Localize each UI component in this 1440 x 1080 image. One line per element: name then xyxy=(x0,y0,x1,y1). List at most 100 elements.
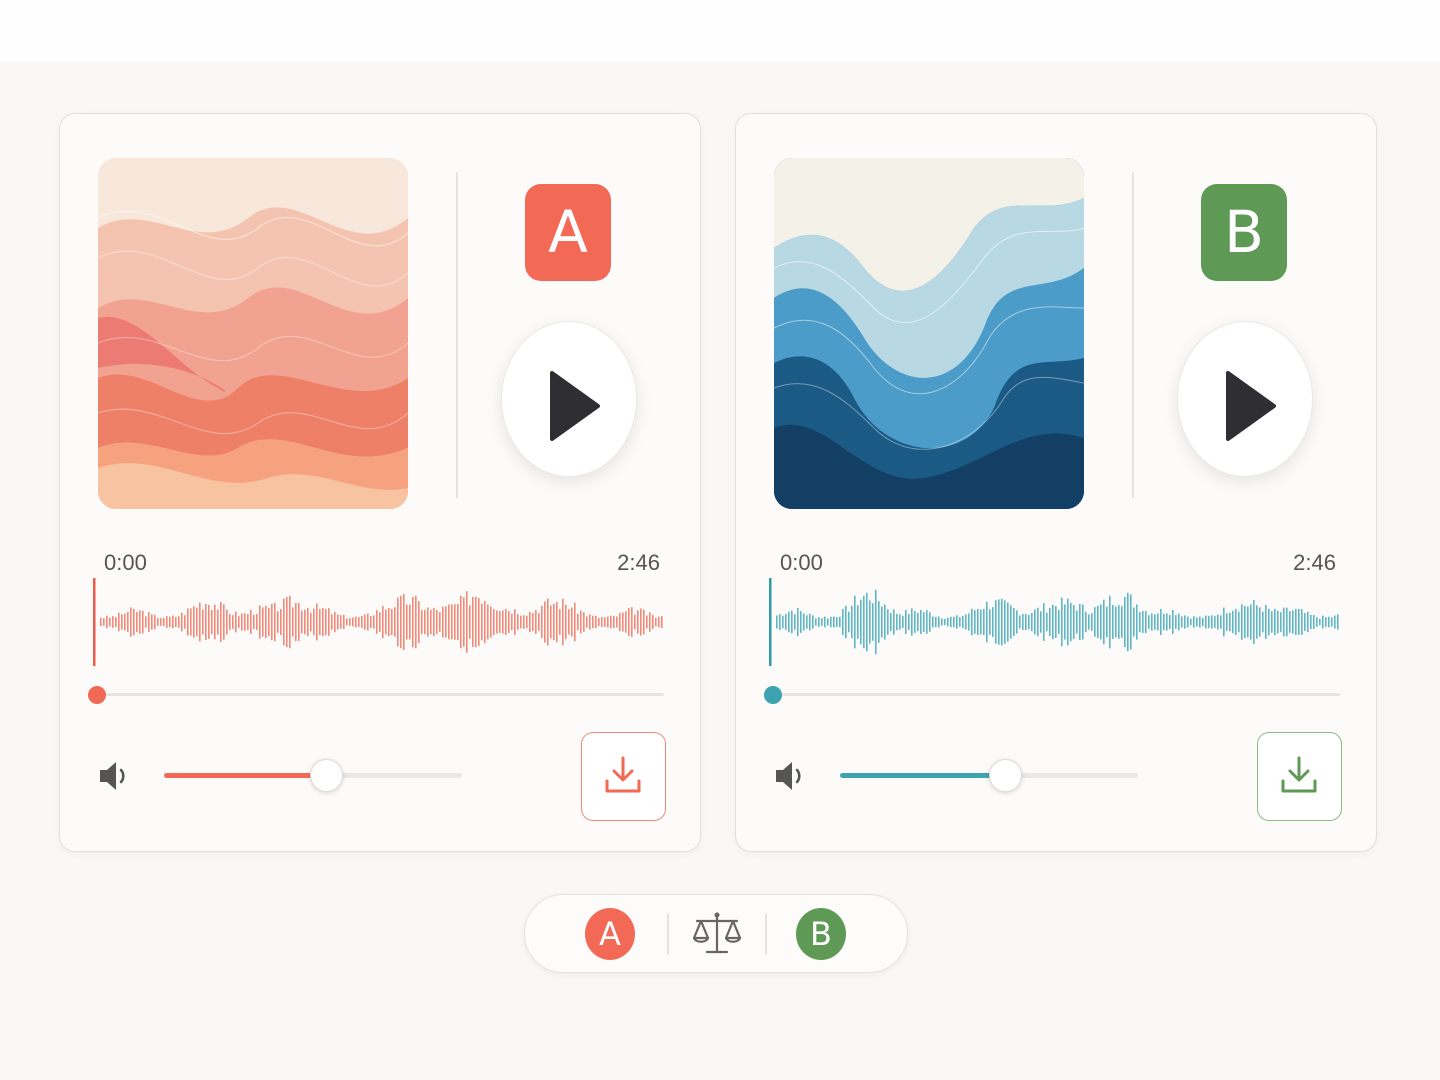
wave-bar xyxy=(586,616,588,628)
divider xyxy=(1132,172,1134,498)
play-button-b[interactable] xyxy=(1177,321,1313,477)
wave-bar xyxy=(127,611,129,633)
wave-bar xyxy=(809,613,811,631)
wave-bar xyxy=(791,610,793,634)
volume-handle[interactable] xyxy=(988,759,1022,792)
wave-bar xyxy=(1073,605,1075,639)
wave-bar xyxy=(923,612,925,632)
wave-bar xyxy=(616,616,618,628)
wave-bar xyxy=(151,614,153,630)
wave-bar xyxy=(259,605,261,639)
wave-bar xyxy=(1133,607,1135,637)
wave-bar xyxy=(553,603,555,641)
progress-handle[interactable] xyxy=(88,686,106,704)
wave-bar xyxy=(649,612,651,632)
download-button-a[interactable] xyxy=(581,732,666,821)
progress-track[interactable] xyxy=(772,693,1340,696)
wave-bar xyxy=(1067,598,1069,646)
wave-bar xyxy=(785,614,787,630)
wave-bar xyxy=(995,600,997,644)
wave-bar xyxy=(1076,610,1078,634)
waveform-a[interactable] xyxy=(90,576,670,668)
wave-bar xyxy=(451,604,453,640)
wave-bar xyxy=(1142,611,1144,633)
time-total: 2:46 xyxy=(617,550,660,575)
wave-bar xyxy=(550,605,552,639)
volume-icon[interactable] xyxy=(98,759,134,793)
wave-bar xyxy=(388,608,390,636)
wave-bar xyxy=(962,615,964,629)
wave-bar xyxy=(1262,611,1264,633)
time-total: 2:46 xyxy=(1293,550,1336,575)
wave-bar xyxy=(911,608,913,636)
wave-bar xyxy=(463,597,465,647)
wave-bar xyxy=(601,616,603,628)
play-button-a[interactable] xyxy=(501,321,637,477)
wave-bar xyxy=(211,609,213,635)
wave-bar xyxy=(1250,604,1252,640)
wave-bar xyxy=(1136,604,1138,640)
wave-bar xyxy=(1271,611,1273,633)
wave-bar xyxy=(172,615,174,629)
wave-bar xyxy=(842,608,844,636)
wave-bar xyxy=(418,601,420,643)
wave-bar xyxy=(157,618,159,626)
volume-fill xyxy=(840,773,1004,778)
wave-bar xyxy=(1274,608,1276,636)
divider xyxy=(765,913,767,955)
progress-track[interactable] xyxy=(96,693,664,696)
wave-bar xyxy=(496,610,498,634)
select-a-button[interactable]: A xyxy=(585,908,635,960)
wave-bar xyxy=(932,616,934,628)
progress-handle[interactable] xyxy=(764,686,782,704)
wave-bar xyxy=(133,608,135,636)
wave-bar xyxy=(1085,611,1087,633)
wave-bar xyxy=(334,611,336,633)
volume-handle[interactable] xyxy=(309,759,343,792)
scale-icon[interactable] xyxy=(691,910,743,958)
wave-bar xyxy=(559,609,561,635)
wave-bar xyxy=(562,598,564,646)
volume-slider[interactable] xyxy=(164,759,462,792)
wave-bar xyxy=(800,611,802,633)
wave-bar xyxy=(661,616,663,628)
wave-bar xyxy=(950,616,952,628)
wave-bar xyxy=(869,600,871,644)
wave-bar xyxy=(956,615,958,629)
wave-bar xyxy=(313,608,315,636)
wave-bar xyxy=(953,616,955,628)
wave-bar xyxy=(628,608,630,636)
wave-bar xyxy=(535,610,537,634)
wave-bar xyxy=(274,602,276,642)
wave-bar xyxy=(130,607,132,637)
wave-bar xyxy=(148,612,150,632)
wave-bar xyxy=(541,605,543,639)
wave-bar xyxy=(184,615,186,629)
wave-bar xyxy=(926,610,928,634)
player-card-a: A 0:00 2:46 xyxy=(59,113,701,852)
download-button-b[interactable] xyxy=(1257,732,1342,821)
wave-bar xyxy=(493,609,495,635)
volume-icon[interactable] xyxy=(774,759,810,793)
waveform-b[interactable] xyxy=(766,576,1346,668)
wave-bar xyxy=(1283,607,1285,637)
wave-bar xyxy=(286,596,288,648)
wave-bar xyxy=(914,611,916,633)
wave-bar xyxy=(1124,596,1126,648)
wave-bar xyxy=(779,614,781,630)
wave-bar xyxy=(1046,612,1048,632)
wave-bar xyxy=(214,604,216,640)
wave-bar xyxy=(1208,615,1210,629)
time-current: 0:00 xyxy=(104,550,147,575)
wave-bar xyxy=(379,612,381,632)
wave-bar xyxy=(457,604,459,640)
wave-bar xyxy=(604,617,606,627)
wave-bar xyxy=(199,602,201,642)
divider xyxy=(456,172,458,498)
volume-fill xyxy=(164,773,325,778)
wave-bar xyxy=(1259,607,1261,637)
wave-bar xyxy=(205,603,207,641)
volume-slider[interactable] xyxy=(840,759,1138,792)
wave-bar xyxy=(202,609,204,635)
select-b-button[interactable]: B xyxy=(796,908,846,960)
